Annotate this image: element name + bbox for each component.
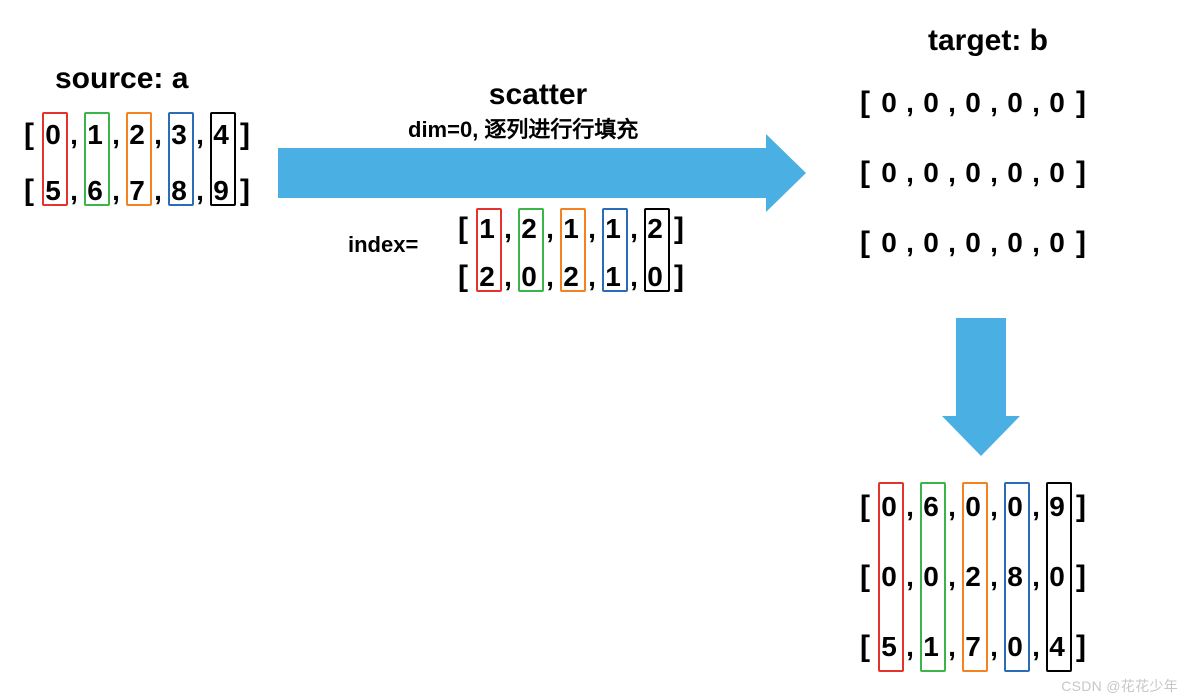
cell: 0 <box>914 89 948 117</box>
cell: 0 <box>956 159 990 187</box>
result-col-2-box <box>962 482 988 672</box>
scatter-arrow-right <box>278 148 768 198</box>
target-matrix: [ 0, 0, 0, 0, 0 ] [ 0, 0, 0, 0, 0 ] [ 0,… <box>858 86 1088 260</box>
bracket-close: ] <box>1074 86 1088 120</box>
target-row-2: [ 0, 0, 0, 0, 0 ] <box>858 226 1088 260</box>
operation-title: scatter <box>468 78 608 112</box>
source-title: source: a <box>55 62 188 96</box>
cell: 0 <box>956 229 990 257</box>
cell: 0 <box>998 229 1032 257</box>
operation-subtitle: dim=0, 逐列进行行填充 <box>408 112 638 144</box>
bracket-open: [ <box>858 490 872 524</box>
bracket-open: [ <box>858 226 872 260</box>
result-col-4-box <box>1046 482 1072 672</box>
cell: 0 <box>1040 89 1074 117</box>
bracket-open: [ <box>858 156 872 190</box>
bracket-close: ] <box>1074 630 1088 664</box>
bracket-open: [ <box>456 212 470 246</box>
index-col-2-box <box>560 208 586 292</box>
cell: 0 <box>914 229 948 257</box>
bracket-close: ] <box>1074 490 1088 524</box>
cell: 0 <box>1040 159 1074 187</box>
bracket-close: ] <box>672 212 686 246</box>
source-col-3-box <box>168 112 194 206</box>
cell: 0 <box>872 229 906 257</box>
cell: 0 <box>872 159 906 187</box>
source-col-0-box <box>42 112 68 206</box>
cell: 0 <box>998 159 1032 187</box>
index-col-0-box <box>476 208 502 292</box>
bracket-open: [ <box>858 86 872 120</box>
source-col-1-box <box>84 112 110 206</box>
result-col-0-box <box>878 482 904 672</box>
bracket-open: [ <box>858 560 872 594</box>
bracket-close: ] <box>238 118 252 152</box>
target-row-1: [ 0, 0, 0, 0, 0 ] <box>858 156 1088 190</box>
bracket-open: [ <box>22 118 36 152</box>
bracket-open: [ <box>22 174 36 208</box>
bracket-close: ] <box>672 260 686 294</box>
result-col-1-box <box>920 482 946 672</box>
watermark: CSDN @花花少年 <box>1061 676 1178 696</box>
target-title: target: b <box>928 24 1048 58</box>
result-col-3-box <box>1004 482 1030 672</box>
cell: 0 <box>998 89 1032 117</box>
cell: 0 <box>914 159 948 187</box>
index-col-4-box <box>644 208 670 292</box>
bracket-close: ] <box>1074 560 1088 594</box>
source-col-4-box <box>210 112 236 206</box>
index-col-1-box <box>518 208 544 292</box>
cell: 0 <box>1040 229 1074 257</box>
cell: 0 <box>872 89 906 117</box>
source-col-2-box <box>126 112 152 206</box>
index-label: index= <box>348 232 418 258</box>
bracket-close: ] <box>1074 156 1088 190</box>
bracket-open: [ <box>858 630 872 664</box>
bracket-close: ] <box>1074 226 1088 260</box>
target-row-0: [ 0, 0, 0, 0, 0 ] <box>858 86 1088 120</box>
bracket-open: [ <box>456 260 470 294</box>
index-col-3-box <box>602 208 628 292</box>
bracket-close: ] <box>238 174 252 208</box>
cell: 0 <box>956 89 990 117</box>
result-arrow-down <box>956 318 1006 418</box>
